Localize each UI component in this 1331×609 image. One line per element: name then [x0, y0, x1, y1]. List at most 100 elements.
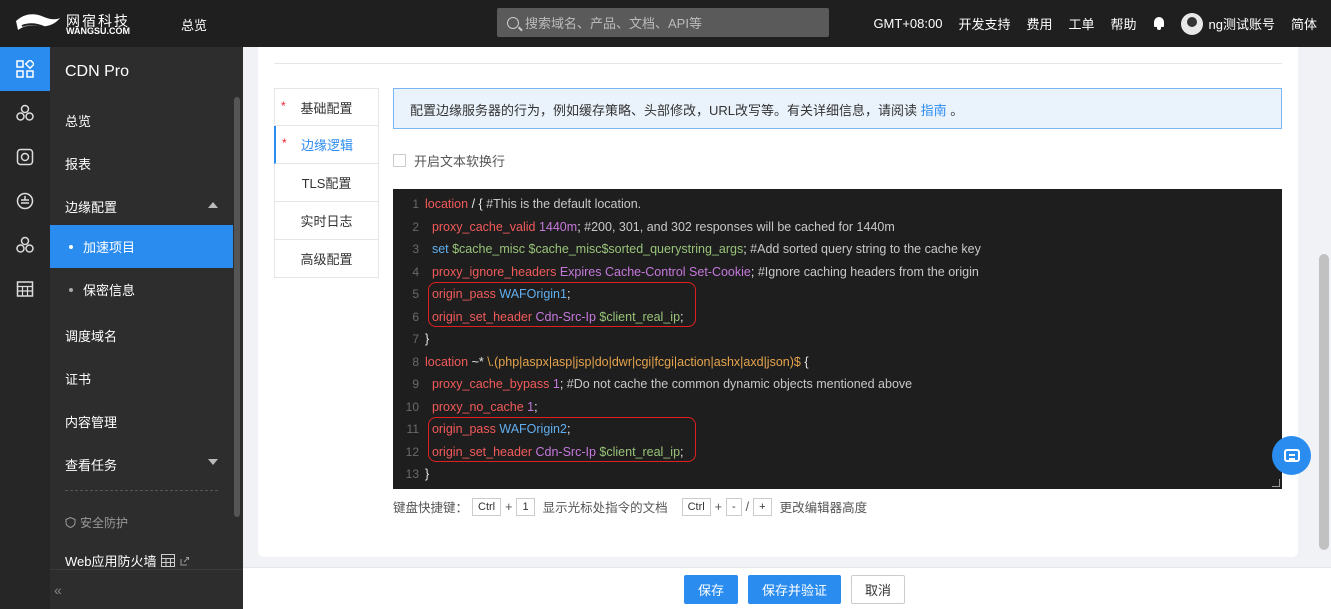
plus-sign: +: [714, 499, 722, 514]
line-number: 1: [412, 197, 419, 212]
code-line: 9 proxy_cache_bypass 1; #Do not cache th…: [393, 373, 1282, 396]
key-ctrl: Ctrl: [472, 497, 502, 516]
dev-support-link[interactable]: 开发支持: [958, 14, 1010, 33]
guide-link[interactable]: 指南: [921, 103, 947, 118]
global-search-input[interactable]: 搜索域名、产品、文档、API等: [497, 8, 829, 37]
soft-wrap-checkbox[interactable]: [393, 154, 406, 167]
sidebar-item-secrets[interactable]: 保密信息: [50, 268, 233, 311]
key-plus: +: [753, 497, 772, 516]
tab-label: 基础配置: [300, 100, 353, 116]
tab-advanced-config[interactable]: 高级配置: [274, 240, 379, 278]
line-number: 5: [412, 287, 419, 302]
tickets-link[interactable]: 工单: [1068, 14, 1094, 33]
logo-mark-icon: [16, 14, 60, 30]
main-scrollbar-thumb[interactable]: [1319, 254, 1329, 550]
main-content-card: * 基础配置 * 边缘逻辑 TLS配置 实时日志 高级配置 配置边缘服务器的行为…: [258, 47, 1298, 557]
dashboard-grid-icon[interactable]: [0, 47, 50, 91]
sidebar-footer: «: [50, 569, 243, 609]
timezone-selector[interactable]: GMT+08:00: [873, 16, 942, 31]
sidebar-item-certificates[interactable]: 证书: [65, 369, 91, 388]
sidebar-scrollbar[interactable]: [234, 97, 240, 517]
account-name[interactable]: ng测试账号: [1209, 14, 1275, 33]
wangsu-logo[interactable]: 网宿科技 WANGSU.COM: [14, 10, 154, 38]
soft-wrap-option[interactable]: 开启文本软换行: [393, 151, 505, 170]
table-icon[interactable]: [0, 267, 50, 311]
sidebar-item-content-mgmt[interactable]: 内容管理: [65, 412, 117, 431]
sidebar-item-overview[interactable]: 总览: [65, 111, 91, 130]
form-footer: 保存 保存并验证 取消: [243, 567, 1331, 609]
config-tabs: * 基础配置 * 边缘逻辑 TLS配置 实时日志 高级配置: [274, 88, 379, 278]
save-and-verify-button[interactable]: 保存并验证: [748, 575, 841, 604]
shield-icon: [65, 517, 76, 528]
sidebar-item-waf[interactable]: Web应用防火墙: [65, 551, 191, 570]
chat-support-button[interactable]: [1272, 436, 1311, 475]
top-overview-link[interactable]: 总览: [181, 15, 207, 34]
resize-handle[interactable]: [1272, 479, 1280, 487]
cluster-icon[interactable]: [0, 223, 50, 267]
shortcut-desc-height: 更改编辑器高度: [779, 501, 868, 515]
code-line: 4 proxy_ignore_headers Expires Cache-Con…: [393, 261, 1282, 284]
product-title: CDN Pro: [65, 63, 130, 80]
billing-link[interactable]: 费用: [1026, 14, 1052, 33]
card-divider: [274, 63, 1282, 64]
sidebar-item-edge-config[interactable]: 边缘配置: [65, 197, 117, 216]
bullet-icon: [69, 287, 73, 292]
save-button[interactable]: 保存: [684, 575, 738, 604]
tab-basic-config[interactable]: * 基础配置: [274, 88, 379, 126]
line-number: 9: [412, 377, 419, 392]
line-number: 12: [405, 444, 419, 459]
shortcuts-label: 键盘快捷键：: [393, 501, 469, 515]
target-icon[interactable]: [0, 135, 50, 179]
line-number: 7: [412, 332, 419, 347]
required-asterisk: *: [281, 99, 286, 113]
sidebar-item-acceleration-project[interactable]: 加速项目: [50, 225, 233, 268]
collapse-sidebar-icon[interactable]: «: [54, 582, 62, 598]
code-line: 8 location ~* \.(php|aspx|asp|jsp|do|dwr|…: [393, 351, 1282, 374]
sidebar-item-view-tasks[interactable]: 查看任务: [65, 455, 117, 474]
top-navigation-bar: 网宿科技 WANGSU.COM 总览 搜索域名、产品、文档、API等 GMT+0…: [0, 0, 1331, 47]
logo-text-en: WANGSU.COM: [66, 26, 130, 36]
code-line: 2 proxy_cache_valid 1440m; #200, 301, an…: [393, 216, 1282, 239]
line-number: 13: [405, 467, 419, 482]
tab-edge-logic[interactable]: * 边缘逻辑: [274, 126, 379, 164]
table-icon: [160, 554, 175, 567]
shortcut-desc-docs: 显示光标处指令的文档: [542, 501, 668, 515]
tab-tls-config[interactable]: TLS配置: [274, 164, 379, 202]
help-link[interactable]: 帮助: [1111, 14, 1137, 33]
key-1: 1: [516, 497, 535, 516]
language-selector[interactable]: 简体: [1291, 14, 1317, 33]
search-placeholder: 搜索域名、产品、文档、API等: [525, 16, 702, 31]
sidebar-divider: [65, 490, 218, 491]
main-scrollbar[interactable]: [1317, 47, 1331, 567]
tab-realtime-log[interactable]: 实时日志: [274, 202, 379, 240]
security-shield-icon[interactable]: [0, 179, 50, 223]
keyboard-shortcuts-hint: 键盘快捷键： Ctrl + 1 显示光标处指令的文档 Ctrl + - / + …: [393, 497, 867, 516]
search-icon: [507, 16, 519, 29]
code-line: 1 location / { #This is the default locat…: [393, 193, 1282, 216]
product-icon-bar: [0, 47, 50, 609]
line-number: 4: [412, 264, 419, 279]
notification-bell-icon[interactable]: [1153, 17, 1165, 30]
line-number: 3: [412, 242, 419, 257]
sidebar-item-scheduling-domain[interactable]: 调度域名: [65, 326, 117, 345]
sidebar-section-security: 安全防护: [65, 514, 128, 531]
sidebar-item-label: 加速项目: [83, 240, 136, 255]
cdn-nodes-icon[interactable]: [0, 91, 50, 135]
info-banner: 配置边缘服务器的行为，例如缓存策略、头部修改，URL改写等。有关详细信息，请阅读…: [393, 88, 1282, 129]
info-suffix: 。: [946, 103, 964, 118]
tab-label: TLS配置: [301, 176, 352, 191]
tab-label: 高级配置: [300, 252, 353, 267]
chevron-down-icon[interactable]: [208, 459, 218, 465]
code-line: 3 set $cache_misc $cache_misc$sorted_que…: [393, 238, 1282, 261]
top-right-nav: GMT+08:00 开发支持 费用 工单 帮助 ng测试账号 简体: [873, 0, 1331, 47]
cancel-button[interactable]: 取消: [851, 575, 905, 604]
tab-label: 边缘逻辑: [300, 138, 353, 153]
code-editor[interactable]: 1 location / { #This is the default locat…: [393, 189, 1282, 489]
chevron-up-icon[interactable]: [208, 202, 218, 208]
key-minus: -: [726, 497, 742, 516]
sidebar-item-reports[interactable]: 报表: [65, 154, 91, 173]
slash-sign: /: [745, 499, 750, 514]
avatar[interactable]: [1180, 12, 1203, 35]
sidebar-item-label: Web应用防火墙: [65, 554, 157, 569]
plus-sign: +: [505, 499, 513, 514]
